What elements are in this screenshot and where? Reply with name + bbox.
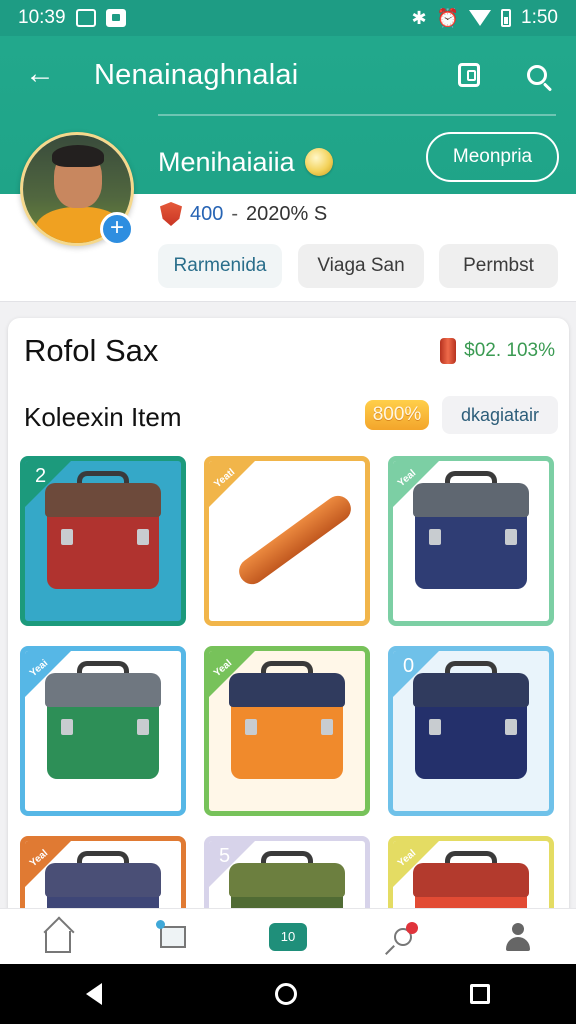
system-recents-icon[interactable] bbox=[469, 984, 490, 1004]
item-tile[interactable]: Yeai bbox=[20, 646, 186, 816]
chest-lid bbox=[45, 483, 161, 517]
chest-latch bbox=[505, 529, 517, 545]
chip-permbst[interactable]: Permbst bbox=[439, 244, 558, 288]
shield-icon bbox=[160, 202, 182, 226]
item-tile[interactable]: Yeatl bbox=[204, 456, 370, 626]
chip-rarmenida[interactable]: Rarmenida bbox=[158, 244, 282, 288]
chest-lid bbox=[45, 863, 161, 897]
filter-button[interactable]: dkagiatair bbox=[442, 396, 558, 434]
status-bar: 10:39 ✱ ⏰ 1:50 bbox=[0, 0, 576, 36]
chest-latch bbox=[429, 719, 441, 735]
chest-latch bbox=[321, 719, 333, 735]
balance-display: $02. 103% bbox=[440, 338, 555, 364]
chest-icon bbox=[47, 505, 159, 589]
stat-text: 2020% S bbox=[246, 202, 328, 225]
wifi-icon bbox=[469, 10, 492, 26]
system-back-icon[interactable] bbox=[86, 983, 103, 1005]
box-icon[interactable] bbox=[150, 917, 196, 957]
bottom-nav: 10 bbox=[0, 908, 576, 964]
arrow-left-icon[interactable]: ← bbox=[22, 56, 58, 92]
chest-latch bbox=[137, 719, 149, 735]
chest-icon bbox=[47, 695, 159, 779]
tile-corner-label: 0 bbox=[403, 655, 415, 677]
collection-icon-label: 10 bbox=[268, 922, 307, 951]
member-button[interactable]: Meonpria bbox=[426, 132, 559, 182]
status-time-right: 1:50 bbox=[521, 7, 558, 28]
percent-badge: 800% bbox=[365, 400, 429, 430]
system-navigation bbox=[0, 964, 576, 1024]
status-right: ✱ ⏰ 1:50 bbox=[412, 7, 559, 29]
add-avatar-button[interactable]: + bbox=[100, 212, 134, 246]
chest-latch bbox=[505, 719, 517, 735]
chest-lid bbox=[45, 673, 161, 707]
chest-icon bbox=[231, 695, 343, 779]
notification-icon bbox=[75, 9, 96, 27]
chip-viaga-san[interactable]: Viaga San bbox=[298, 244, 424, 288]
user-name-text: Menihaiaiia bbox=[158, 147, 295, 177]
bluetooth-icon: ✱ bbox=[411, 8, 427, 28]
item-tile[interactable]: 2 bbox=[20, 456, 186, 626]
chest-latch bbox=[61, 529, 73, 545]
user-name: Menihaiaiia bbox=[158, 144, 333, 180]
chest-latch bbox=[245, 719, 257, 735]
home-icon[interactable] bbox=[35, 917, 81, 957]
header-divider bbox=[158, 114, 556, 116]
coin-icon bbox=[440, 338, 457, 364]
item-grid: 2 Yeatl Yeal Yeai Yeal 0 Yeal 5 Yeal bbox=[20, 456, 558, 958]
chest-lid bbox=[413, 483, 529, 517]
chest-lid bbox=[413, 673, 529, 707]
chest-lid bbox=[413, 863, 529, 897]
location-icon[interactable] bbox=[380, 917, 426, 957]
search-icon[interactable] bbox=[520, 58, 554, 92]
alarm-icon: ⏰ bbox=[436, 8, 460, 28]
battery-icon bbox=[501, 9, 512, 27]
main-card: Rofol Sax $02. 103% Koleexin Item 800% d… bbox=[8, 318, 569, 958]
tile-corner-label: 2 bbox=[35, 465, 47, 487]
collection-icon[interactable]: 10 bbox=[265, 917, 311, 957]
item-tile[interactable]: 0 bbox=[388, 646, 554, 816]
system-home-icon[interactable] bbox=[274, 983, 297, 1005]
chest-icon bbox=[415, 505, 527, 589]
collection-title: Koleexin Item bbox=[24, 402, 182, 432]
photo-icon bbox=[105, 9, 126, 27]
chest-latch bbox=[429, 529, 441, 545]
ball-icon bbox=[304, 148, 333, 176]
balance-value: $02. 103% bbox=[464, 340, 555, 361]
tablet-icon[interactable] bbox=[452, 58, 486, 92]
status-time: 10:39 bbox=[18, 7, 66, 28]
section-title: Rofol Sax bbox=[24, 333, 159, 368]
chest-icon bbox=[415, 695, 527, 779]
chest-latch bbox=[137, 529, 149, 545]
item-tile[interactable]: Yeal bbox=[204, 646, 370, 816]
page-title: Nenainaghnalai bbox=[94, 59, 299, 91]
chest-lid bbox=[229, 863, 345, 897]
stats-separator: - bbox=[231, 202, 239, 225]
chest-latch bbox=[61, 719, 73, 735]
profile-icon[interactable] bbox=[495, 917, 541, 957]
item-tile[interactable]: Yeal bbox=[388, 456, 554, 626]
profile-stats: 400 - 2020% S bbox=[160, 202, 327, 226]
status-left: 10:39 bbox=[18, 7, 126, 29]
tile-corner-label: 5 bbox=[219, 845, 231, 867]
chest-lid bbox=[229, 673, 345, 707]
points-value: 400 bbox=[190, 202, 224, 225]
